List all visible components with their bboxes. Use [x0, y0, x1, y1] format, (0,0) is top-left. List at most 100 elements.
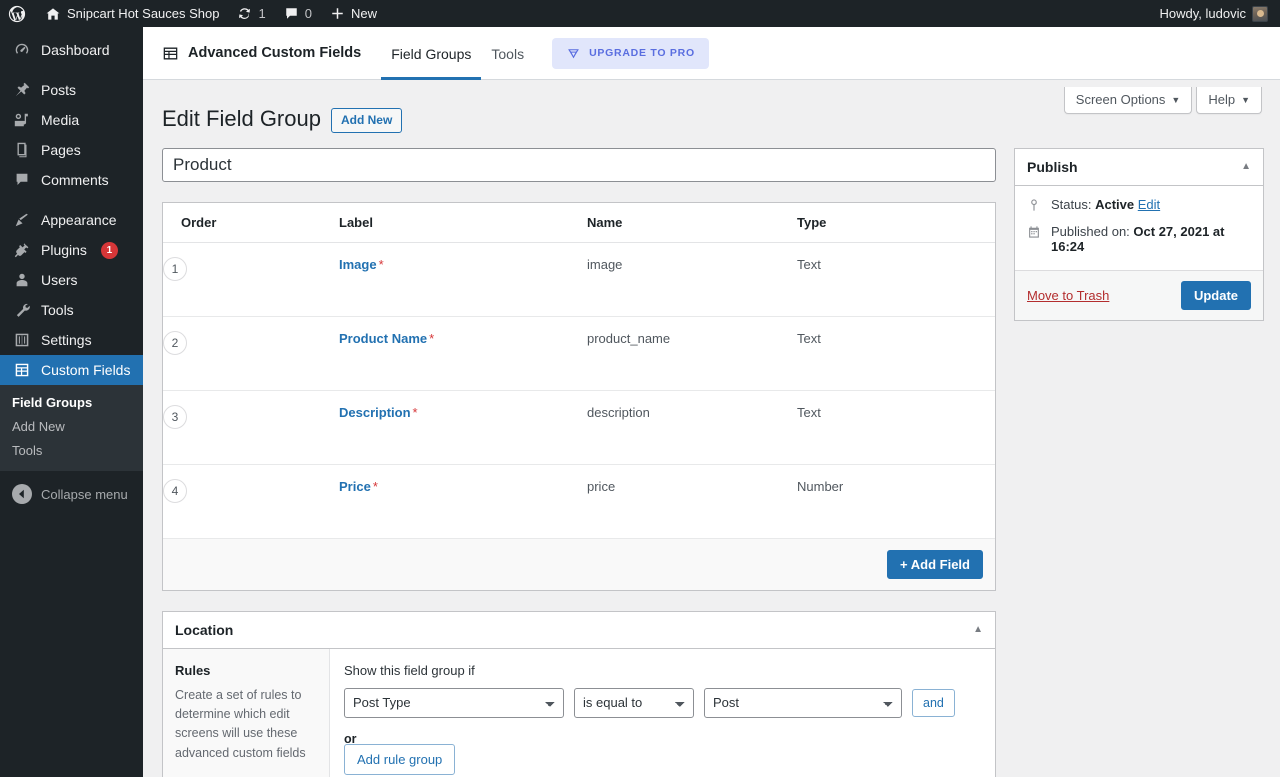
acf-brand-label: Advanced Custom Fields — [188, 45, 361, 61]
howdy-label: Howdy, ludovic — [1160, 6, 1246, 21]
media-icon — [12, 110, 32, 130]
location-lead-text: Show this field group if — [344, 663, 981, 678]
site-name-button[interactable]: Snipcart Hot Sauces Shop — [36, 0, 228, 27]
publish-date-text: Published on: Oct 27, 2021 at 16:24 — [1051, 224, 1251, 254]
sidebar-item-label: Comments — [41, 173, 109, 187]
sidebar-item-tools[interactable]: Tools — [0, 295, 143, 325]
chevron-up-icon[interactable]: ▲ — [973, 624, 983, 635]
comment-icon — [284, 6, 299, 21]
sidebar-item-pages[interactable]: Pages — [0, 135, 143, 165]
sidebar-item-acf-tools[interactable]: Tools — [0, 439, 143, 463]
rule-value-select[interactable]: Post — [704, 688, 902, 718]
field-label-cell: Price* — [339, 464, 587, 538]
sidebar-item-label: Pages — [41, 143, 81, 157]
pages-icon — [12, 140, 32, 160]
publish-status-line: Status: Active Edit — [1027, 197, 1251, 212]
chevron-left-icon — [12, 484, 32, 504]
sidebar-item-media[interactable]: Media — [0, 105, 143, 135]
table-row[interactable]: 1 Image* image Text — [163, 242, 995, 316]
fields-postbox: Order Label Name Type 1 Image* — [162, 202, 996, 591]
location-header[interactable]: Location ▲ — [163, 612, 995, 649]
my-account-button[interactable]: Howdy, ludovic — [1151, 0, 1268, 27]
fields-table: Order Label Name Type 1 Image* — [163, 203, 995, 538]
field-group-title-input[interactable] — [162, 148, 996, 182]
sidebar-divider — [0, 195, 143, 205]
comments-count: 0 — [305, 6, 312, 21]
sidebar-item-label: Media — [41, 113, 79, 127]
sidebar-item-custom-fields[interactable]: Custom Fields — [0, 355, 143, 385]
upgrade-to-pro-label: UPGRADE TO PRO — [589, 47, 695, 59]
field-order-cell: 1 — [163, 242, 339, 316]
updates-button[interactable]: 1 — [228, 0, 274, 27]
update-button[interactable]: Update — [1181, 281, 1251, 310]
new-content-button[interactable]: New — [321, 0, 386, 27]
date-label: Published on: — [1051, 224, 1130, 239]
location-rule-row: Post Type is equal to Post and — [344, 688, 981, 718]
status-edit-link[interactable]: Edit — [1138, 197, 1160, 212]
add-field-button[interactable]: + Add Field — [887, 550, 983, 579]
column-header-type: Type — [797, 203, 995, 243]
sidebar-item-label: Plugins — [41, 243, 87, 257]
add-new-button[interactable]: Add New — [331, 108, 402, 133]
upgrade-to-pro-button[interactable]: UPGRADE TO PRO — [552, 38, 709, 69]
collapse-menu-button[interactable]: Collapse menu — [0, 477, 143, 511]
publish-date-line: Published on: Oct 27, 2021 at 16:24 — [1027, 224, 1251, 254]
publish-header[interactable]: Publish ▲ — [1015, 149, 1263, 186]
pin-icon — [12, 80, 32, 100]
field-order-cell: 3 — [163, 390, 339, 464]
sidebar-item-comments[interactable]: Comments — [0, 165, 143, 195]
add-rule-group-button[interactable]: Add rule group — [344, 744, 455, 775]
chevron-down-icon: ▼ — [1171, 95, 1180, 105]
comments-button[interactable]: 0 — [275, 0, 321, 27]
move-to-trash-link[interactable]: Move to Trash — [1027, 288, 1109, 303]
sidebar-item-plugins[interactable]: Plugins 1 — [0, 235, 143, 265]
help-button[interactable]: Help ▼ — [1196, 87, 1262, 114]
sidebar-submenu: Field Groups Add New Tools — [0, 385, 143, 471]
required-marker: * — [413, 405, 418, 420]
wordpress-logo-button[interactable] — [0, 0, 36, 27]
custom-fields-icon — [12, 360, 32, 380]
tab-field-groups[interactable]: Field Groups — [381, 28, 481, 79]
screen-options-button[interactable]: Screen Options ▼ — [1064, 87, 1193, 114]
column-header-order: Order — [163, 203, 339, 243]
field-type-cell: Text — [797, 390, 995, 464]
field-type-cell: Number — [797, 464, 995, 538]
table-row[interactable]: 3 Description* description Text — [163, 390, 995, 464]
field-label-link[interactable]: Description — [339, 405, 411, 420]
field-name-cell: image — [587, 242, 797, 316]
rule-param-select[interactable]: Post Type — [344, 688, 564, 718]
sidebar-item-dashboard[interactable]: Dashboard — [0, 35, 143, 65]
chevron-up-icon[interactable]: ▲ — [1241, 161, 1251, 172]
field-label-link[interactable]: Image — [339, 257, 377, 272]
settings-icon — [12, 330, 32, 350]
sidebar-item-posts[interactable]: Posts — [0, 75, 143, 105]
column-header-label: Label — [339, 203, 587, 243]
location-postbox: Location ▲ Rules Create a set of rules t… — [162, 611, 996, 777]
table-row[interactable]: 2 Product Name* product_name Text — [163, 316, 995, 390]
rule-operator-select[interactable]: is equal to — [574, 688, 694, 718]
table-row[interactable]: 4 Price* price Number — [163, 464, 995, 538]
wordpress-icon — [8, 5, 26, 23]
order-badge: 2 — [163, 331, 187, 355]
publish-postbox: Publish ▲ Status: Active Edit — [1014, 148, 1264, 321]
sidebar-item-field-groups[interactable]: Field Groups — [0, 391, 143, 415]
field-label-link[interactable]: Price — [339, 479, 371, 494]
add-and-rule-button[interactable]: and — [912, 689, 955, 717]
field-label-cell: Description* — [339, 390, 587, 464]
tab-tools[interactable]: Tools — [481, 28, 534, 79]
required-marker: * — [379, 257, 384, 272]
diamond-icon — [566, 46, 581, 61]
sidebar-item-label: Tools — [41, 303, 74, 317]
sidebar-item-users[interactable]: Users — [0, 265, 143, 295]
acf-logo-icon — [162, 45, 179, 62]
acf-toolbar: Advanced Custom Fields Field Groups Tool… — [143, 27, 1280, 80]
chevron-down-icon: ▼ — [1241, 95, 1250, 105]
column-header-name: Name — [587, 203, 797, 243]
sidebar-item-settings[interactable]: Settings — [0, 325, 143, 355]
fields-table-head: Order Label Name Type — [163, 203, 995, 243]
field-label-link[interactable]: Product Name — [339, 331, 427, 346]
sidebar-item-add-new[interactable]: Add New — [0, 415, 143, 439]
rules-description: Create a set of rules to determine which… — [175, 686, 317, 764]
dashboard-icon — [12, 40, 32, 60]
sidebar-item-appearance[interactable]: Appearance — [0, 205, 143, 235]
